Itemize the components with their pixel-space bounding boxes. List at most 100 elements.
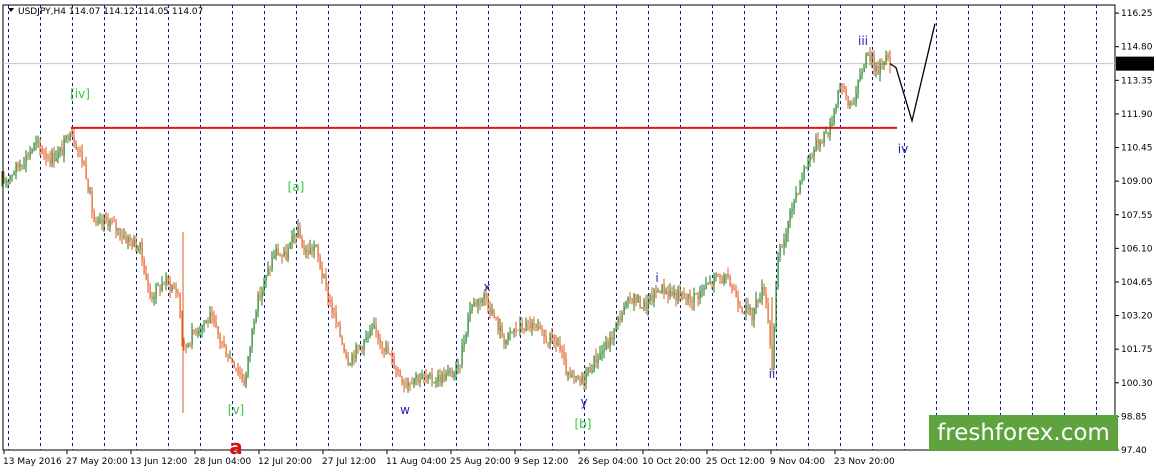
- candle-body: [315, 245, 317, 247]
- candle-body: [815, 139, 817, 150]
- candle-body: [425, 376, 427, 379]
- candle-body: [727, 274, 729, 276]
- candle-body: [607, 341, 609, 348]
- y-tick-label: 101.75: [1121, 345, 1153, 355]
- candle-body: [435, 381, 437, 383]
- candle-body: [829, 123, 831, 136]
- x-tick-label: 25 Aug 20:00: [450, 457, 511, 467]
- wave-label: ii: [769, 367, 776, 381]
- candle-body: [439, 375, 441, 383]
- candle-body: [549, 334, 551, 345]
- candle-body: [195, 331, 197, 334]
- candle-body: [65, 135, 67, 140]
- candle-body: [321, 268, 323, 277]
- candle-body: [201, 324, 203, 330]
- candle-body: [431, 374, 433, 383]
- candle-body: [589, 367, 591, 373]
- candle-body: [667, 291, 669, 297]
- candle-body: [525, 321, 527, 331]
- candle-body: [477, 299, 479, 306]
- candle-body: [311, 247, 313, 251]
- candle-body: [281, 255, 283, 257]
- candle-body: [779, 246, 781, 257]
- candle-body: [419, 379, 421, 382]
- candle-body: [567, 372, 569, 376]
- candle-body: [491, 310, 493, 314]
- symbol-header: USDJPY,H4 114.07 114.12 114.05 114.07: [18, 7, 203, 17]
- candle-body: [107, 220, 109, 227]
- candle-body: [803, 167, 805, 180]
- x-axis: 13 May 2016 27 May 20:00 13 Jun 12:00 28 Ju…: [3, 450, 895, 467]
- candle-body: [513, 328, 515, 333]
- candle-body: [445, 373, 447, 381]
- candle-body: [393, 357, 395, 369]
- y-tick-label: 110.45: [1121, 144, 1153, 154]
- candle-body: [489, 307, 491, 314]
- candle-body: [517, 329, 519, 331]
- candle-body: [565, 358, 567, 376]
- wave-label: a: [229, 435, 243, 459]
- y-tick-label: 109.00: [1121, 177, 1153, 187]
- candle-body: [191, 329, 193, 345]
- candle-body: [543, 330, 545, 337]
- candle-body: [661, 284, 663, 294]
- candle-body: [151, 297, 153, 299]
- candle-body: [387, 346, 389, 354]
- candle-body: [405, 384, 407, 387]
- candle-body: [529, 322, 531, 329]
- candle-body: [177, 292, 179, 294]
- candle-body: [119, 228, 121, 237]
- candle-body: [539, 326, 541, 330]
- candle-body: [353, 354, 355, 359]
- candle-body: [297, 226, 299, 237]
- candle-body: [487, 298, 489, 308]
- candle-body: [307, 250, 309, 255]
- x-tick-label: 13 Jun 12:00: [130, 457, 187, 467]
- candle-body: [621, 314, 623, 321]
- candle-body: [453, 373, 455, 378]
- candle-body: [333, 313, 335, 315]
- candle-body: [303, 248, 305, 251]
- candle-body: [193, 329, 195, 332]
- candle-body: [337, 322, 339, 324]
- candle-body: [469, 309, 471, 317]
- candle-body: [223, 343, 225, 347]
- candle-body: [183, 340, 185, 344]
- candle-body: [645, 301, 647, 310]
- candle-body: [121, 236, 123, 238]
- candle-body: [585, 373, 587, 383]
- x-tick-label: 11 Aug 04:00: [386, 457, 447, 467]
- candle-body: [615, 322, 617, 329]
- candle-body: [827, 132, 829, 136]
- wave-label: iv: [898, 142, 908, 156]
- candle: [729, 274, 731, 288]
- candle-body: [125, 236, 127, 243]
- candle-body: [53, 152, 55, 162]
- candle-body: [467, 316, 469, 334]
- candle-body: [109, 221, 111, 227]
- candle-body: [675, 292, 677, 301]
- candle-body: [521, 323, 523, 330]
- candle-body: [841, 85, 843, 88]
- candle-body: [25, 154, 27, 165]
- candle-body: [475, 301, 477, 306]
- candle-body: [251, 329, 253, 348]
- candle-body: [805, 167, 807, 169]
- x-tick-label: 23 Nov 20:00: [834, 457, 895, 467]
- candle-body: [813, 149, 815, 157]
- candle-body: [147, 279, 149, 286]
- candle-body: [395, 368, 397, 371]
- candle-body: [285, 251, 287, 260]
- candle-body: [213, 316, 215, 323]
- candle-body: [733, 288, 735, 291]
- candle-body: [677, 290, 679, 301]
- candle-body: [509, 331, 511, 333]
- candle-body: [369, 330, 371, 336]
- candle-body: [143, 259, 145, 274]
- candle-body: [647, 299, 649, 310]
- candle-body: [323, 275, 325, 277]
- candle-body: [447, 371, 449, 374]
- candle-body: [551, 334, 553, 336]
- candle-body: [235, 367, 237, 369]
- candle-body: [237, 368, 239, 373]
